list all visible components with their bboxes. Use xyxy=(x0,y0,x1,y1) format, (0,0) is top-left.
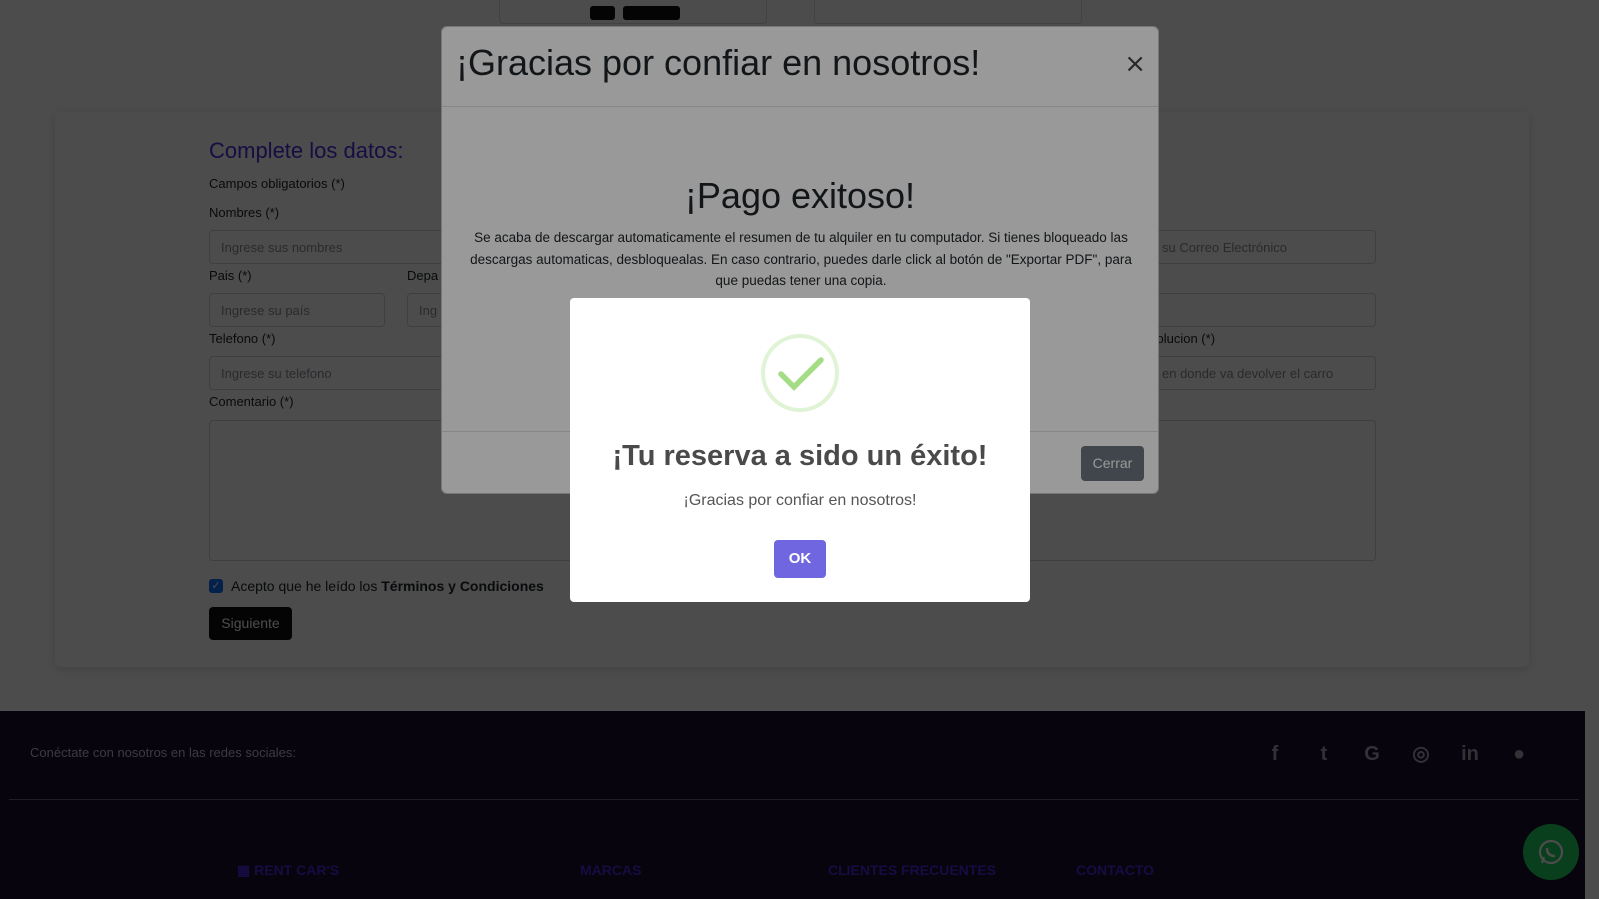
success-check-icon xyxy=(761,334,839,412)
success-alert: ¡Tu reserva a sido un éxito! ¡Gracias po… xyxy=(570,298,1030,602)
alert-title: ¡Tu reserva a sido un éxito! xyxy=(612,440,988,472)
ok-button[interactable]: OK xyxy=(774,540,826,578)
alert-text: ¡Gracias por confiar en nosotros! xyxy=(683,492,917,509)
